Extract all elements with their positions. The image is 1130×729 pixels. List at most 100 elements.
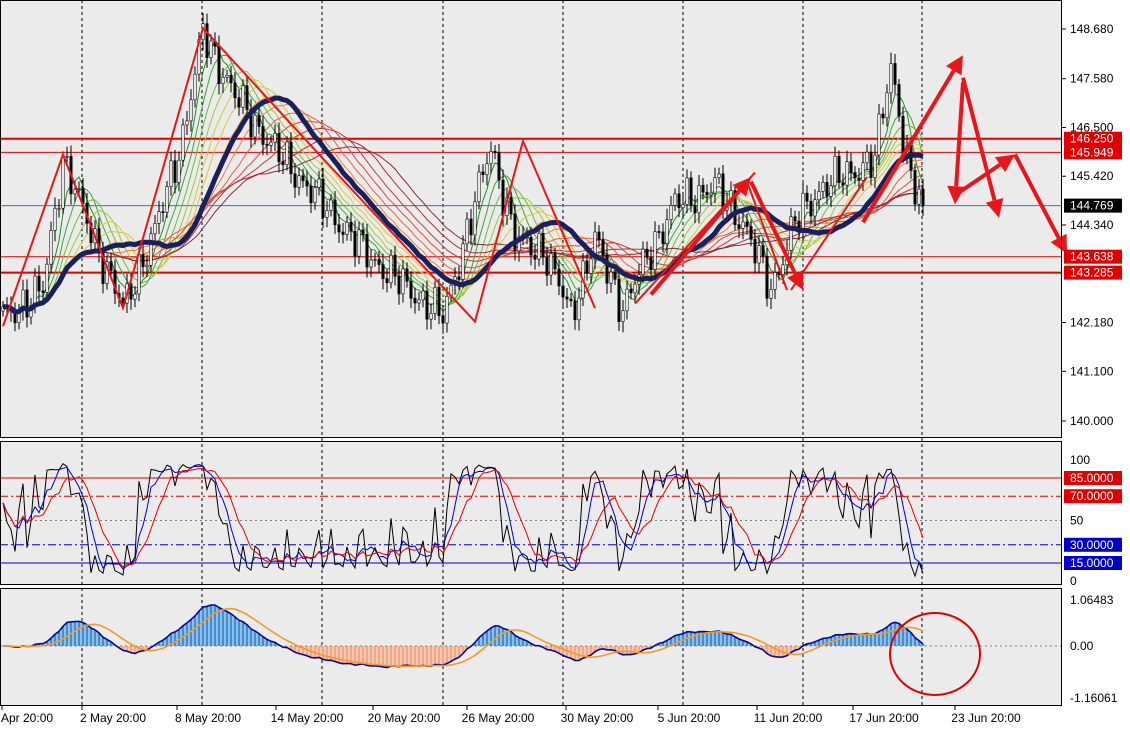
price-bar-body bbox=[509, 197, 513, 215]
price-bar-body bbox=[437, 287, 441, 316]
price-bar-body bbox=[921, 188, 925, 206]
price-bar-body bbox=[381, 264, 385, 279]
macd-histogram-bar bbox=[417, 646, 421, 667]
price-bar-body bbox=[889, 63, 893, 94]
price-bar-body bbox=[897, 84, 901, 117]
price-bar-body bbox=[553, 253, 557, 270]
price-bar-body bbox=[285, 141, 289, 166]
price-bar-body bbox=[653, 231, 657, 270]
price-bar-body bbox=[361, 229, 365, 235]
macd-histogram-bar bbox=[625, 646, 629, 655]
macd-histogram-bar bbox=[221, 609, 225, 646]
macd-histogram-bar bbox=[429, 646, 433, 667]
price-bar-body bbox=[445, 295, 449, 324]
price-tick-label: 144.340 bbox=[1070, 218, 1114, 232]
macd-histogram-bar bbox=[229, 613, 233, 646]
price-bar-body bbox=[321, 178, 325, 218]
price-bar-body bbox=[337, 224, 341, 233]
price-bar-body bbox=[693, 205, 697, 214]
price-tick-label: 147.580 bbox=[1070, 72, 1114, 86]
price-bar-body bbox=[413, 297, 417, 304]
macd-histogram-bar bbox=[721, 632, 725, 646]
price-bar-body bbox=[193, 73, 197, 101]
price-bar-body bbox=[225, 75, 229, 78]
price-bar-body bbox=[277, 133, 281, 162]
price-bar-body bbox=[705, 191, 709, 196]
price-bar-body bbox=[297, 175, 301, 188]
price-bar-body bbox=[357, 229, 361, 257]
price-bar-body bbox=[77, 188, 81, 190]
price-bar-body bbox=[173, 160, 177, 183]
price-bar-body bbox=[165, 186, 169, 213]
macd-histogram-bar bbox=[57, 631, 61, 646]
price-bar-body bbox=[237, 97, 241, 108]
price-bar-body bbox=[409, 280, 413, 299]
price-bar-body bbox=[549, 253, 553, 276]
price-bar-body bbox=[141, 254, 145, 268]
macd-histogram-bar bbox=[449, 646, 453, 662]
price-bar-body bbox=[857, 177, 861, 181]
price-bar-body bbox=[817, 191, 821, 201]
price-bar-body bbox=[829, 185, 833, 197]
price-bar-body bbox=[137, 254, 141, 295]
price-bar-body bbox=[533, 254, 537, 260]
price-bar-body bbox=[433, 287, 437, 314]
time-label: 20 May 20:00 bbox=[368, 711, 441, 725]
macd-histogram-bar bbox=[881, 629, 885, 646]
price-bar-body bbox=[53, 208, 57, 231]
macd-histogram-bar bbox=[413, 646, 417, 667]
price-bar-body bbox=[645, 248, 649, 258]
price-bar-body bbox=[769, 289, 773, 299]
price-bar-body bbox=[589, 258, 593, 274]
macd-histogram-bar bbox=[421, 646, 425, 666]
price-bar-body bbox=[189, 99, 193, 122]
macd-histogram-bar bbox=[325, 646, 329, 661]
price-tick-label: 141.100 bbox=[1070, 364, 1114, 378]
price-bar-body bbox=[609, 271, 613, 284]
price-bar-body bbox=[305, 180, 309, 187]
price-bar-body bbox=[429, 313, 433, 320]
price-bar-body bbox=[833, 155, 837, 187]
price-bar-body bbox=[49, 230, 53, 265]
price-bar-body bbox=[621, 310, 625, 322]
price-bar-body bbox=[493, 151, 497, 154]
price-bar-body bbox=[269, 141, 273, 146]
price-bar-body bbox=[781, 264, 785, 275]
price-bar-body bbox=[257, 114, 261, 127]
macd-histogram-bar bbox=[197, 611, 201, 646]
price-bar-body bbox=[761, 245, 765, 257]
price-bar-body bbox=[825, 181, 829, 197]
price-bar-body bbox=[649, 256, 653, 270]
price-bar-body bbox=[789, 216, 793, 251]
price-bar-body bbox=[345, 221, 349, 235]
price-bar-body bbox=[845, 161, 849, 186]
macd-histogram-bar bbox=[629, 646, 633, 655]
time-label: 11 Jun 20:00 bbox=[754, 711, 823, 725]
price-bar-body bbox=[613, 271, 617, 280]
price-bar-body bbox=[569, 298, 573, 302]
macd-histogram-bar bbox=[425, 646, 429, 667]
macd-histogram-bar bbox=[201, 607, 205, 646]
price-bar-body bbox=[757, 245, 761, 264]
price-bar-body bbox=[893, 63, 897, 85]
price-bar-body bbox=[701, 185, 705, 193]
price-bar-body bbox=[873, 154, 877, 178]
price-bar-body bbox=[65, 155, 69, 158]
macd-histogram-bar bbox=[89, 627, 93, 646]
macd-histogram-bar bbox=[901, 626, 905, 646]
price-bar-body bbox=[837, 155, 841, 184]
price-bar-body bbox=[485, 163, 489, 175]
macd-histogram-bar bbox=[869, 634, 873, 646]
macd-histogram-bar bbox=[93, 629, 97, 646]
price-bar-body bbox=[145, 265, 149, 268]
price-bar-body bbox=[261, 126, 265, 145]
price-bar-body bbox=[697, 185, 701, 214]
price-bar-body bbox=[373, 259, 377, 261]
value-tag-label: 15.0000 bbox=[1070, 556, 1114, 570]
price-bar-body bbox=[245, 85, 249, 110]
price-bar-body bbox=[597, 231, 601, 241]
price-bar-body bbox=[617, 279, 621, 322]
value-tag-label: 30.0000 bbox=[1070, 538, 1114, 552]
price-bar-body bbox=[353, 230, 357, 257]
price-bar-body bbox=[625, 288, 629, 312]
